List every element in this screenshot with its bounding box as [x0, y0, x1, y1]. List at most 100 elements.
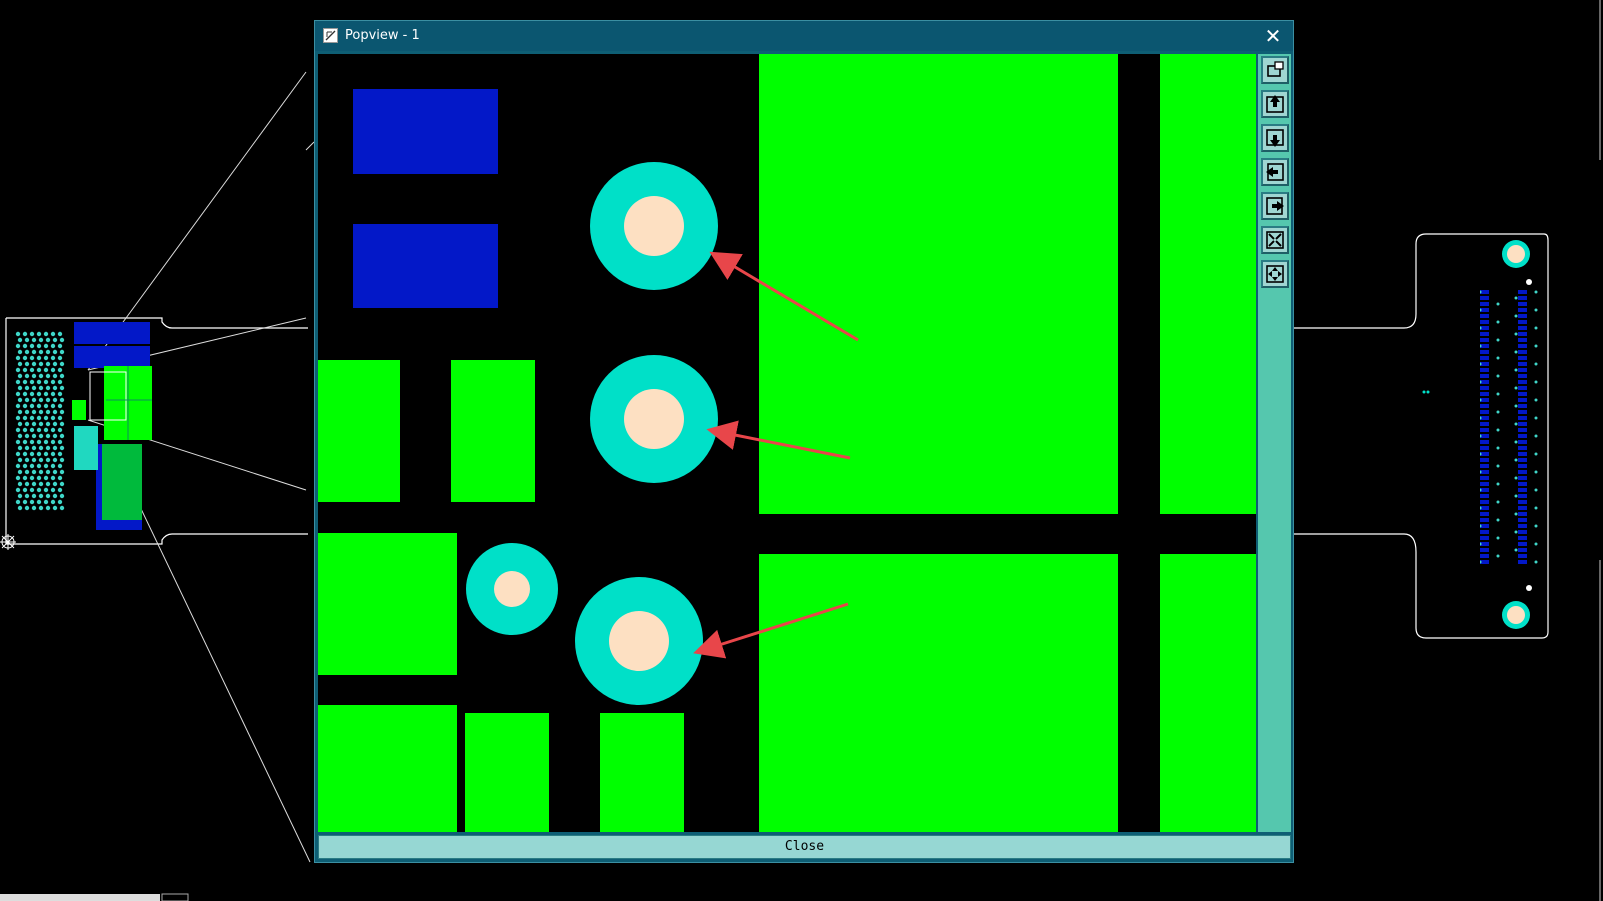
- connector-pin: [1480, 332, 1489, 336]
- via-dot: [29, 499, 35, 505]
- zoomed-layout-view[interactable]: [318, 54, 1256, 832]
- zoom-fit-button[interactable]: [1261, 226, 1289, 254]
- connector-pin: [1518, 362, 1527, 366]
- via-dot: [36, 439, 42, 445]
- via-dot: [38, 337, 44, 343]
- connector-pin: [1480, 356, 1489, 360]
- via-dot: [17, 457, 23, 463]
- via-dot: [50, 427, 56, 433]
- via-dot: [59, 493, 65, 499]
- arrow-1: [709, 251, 859, 342]
- pin-via: [1496, 554, 1500, 558]
- close-icon[interactable]: ✕: [1259, 22, 1287, 50]
- connector-pin: [1518, 506, 1527, 510]
- via-dot: [52, 469, 58, 475]
- via-dot: [59, 409, 65, 415]
- via-dot: [17, 421, 23, 427]
- pin-via: [1534, 542, 1538, 546]
- via-dot: [59, 433, 65, 439]
- via-dot: [59, 337, 65, 343]
- zoom-fit-icon: [1266, 231, 1284, 249]
- via-dot: [59, 385, 65, 391]
- via-dot: [50, 391, 56, 397]
- connector-pin: [1480, 374, 1489, 378]
- via-dot: [43, 403, 49, 409]
- pin-via: [1496, 446, 1500, 450]
- via-dot: [29, 343, 35, 349]
- zoom-window-button[interactable]: [1261, 56, 1289, 84]
- via-dot: [36, 475, 42, 481]
- via-dot: [36, 427, 42, 433]
- via-dot: [15, 403, 21, 409]
- via-dot: [15, 379, 21, 385]
- window-titlebar[interactable]: Popview - 1 ✕: [315, 21, 1293, 51]
- via-dot: [50, 367, 56, 373]
- via-dot: [15, 439, 21, 445]
- via-dot: [38, 373, 44, 379]
- pin-via: [1534, 488, 1538, 492]
- connector-pin: [1480, 530, 1489, 534]
- pan-down-button[interactable]: [1261, 124, 1289, 152]
- connector-pin: [1480, 518, 1489, 522]
- via-dot: [50, 499, 56, 505]
- connector-pin: [1480, 476, 1489, 480]
- connector-pin: [1480, 494, 1489, 498]
- connector-pin: [1480, 386, 1489, 390]
- via-dot: [45, 337, 51, 343]
- pin-via: [1534, 380, 1538, 384]
- via-dot: [50, 331, 56, 337]
- via-dot: [59, 445, 65, 451]
- via-dot: [38, 493, 44, 499]
- connector-pin: [1480, 554, 1489, 558]
- connector-pin: [1518, 344, 1527, 348]
- pin-via: [1514, 404, 1518, 408]
- via-dot: [24, 493, 30, 499]
- pin-via: [1496, 374, 1500, 378]
- pan-right-button[interactable]: [1261, 192, 1289, 220]
- pin-via: [1514, 530, 1518, 534]
- connector-pin: [1480, 440, 1489, 444]
- via-dot: [45, 469, 51, 475]
- via-dot: [22, 367, 28, 373]
- zoom-center-button[interactable]: [1261, 260, 1289, 288]
- pin-via: [1534, 560, 1538, 564]
- connector-pin: [1518, 446, 1527, 450]
- via-dot: [52, 433, 58, 439]
- pin-via: [1534, 362, 1538, 366]
- pan-left-button[interactable]: [1261, 158, 1289, 186]
- via-dot: [38, 469, 44, 475]
- via-dot: [36, 343, 42, 349]
- close-button[interactable]: Close: [318, 835, 1291, 859]
- via-dot: [29, 463, 35, 469]
- connector-pin: [1518, 296, 1527, 300]
- via-dot: [15, 487, 21, 493]
- via-dot: [31, 361, 37, 367]
- pin-via: [1534, 308, 1538, 312]
- via-dot: [29, 391, 35, 397]
- via-dot: [29, 427, 35, 433]
- pin-via: [1514, 422, 1518, 426]
- via-dot: [50, 487, 56, 493]
- pin-via: [1514, 314, 1518, 318]
- via-dot: [22, 475, 28, 481]
- via-dot: [57, 463, 63, 469]
- via-dot: [45, 373, 51, 379]
- connector-pin: [1518, 518, 1527, 522]
- window-title: Popview - 1: [345, 28, 420, 43]
- via-dot: [24, 349, 30, 355]
- connector-pin: [1480, 548, 1489, 552]
- via-dot: [50, 403, 56, 409]
- via-dot: [17, 433, 23, 439]
- pan-up-button[interactable]: [1261, 90, 1289, 118]
- arrow-2: [706, 420, 851, 460]
- via-dot: [52, 385, 58, 391]
- via-dot: [59, 421, 65, 427]
- connector-pin: [1518, 440, 1527, 444]
- via-dot: [57, 487, 63, 493]
- connector-pin: [1518, 554, 1527, 558]
- connector-pin: [1518, 512, 1527, 516]
- via-dot: [22, 391, 28, 397]
- via-dot: [17, 445, 23, 451]
- board-outline-right: [1294, 0, 1603, 901]
- connector-pin: [1518, 488, 1527, 492]
